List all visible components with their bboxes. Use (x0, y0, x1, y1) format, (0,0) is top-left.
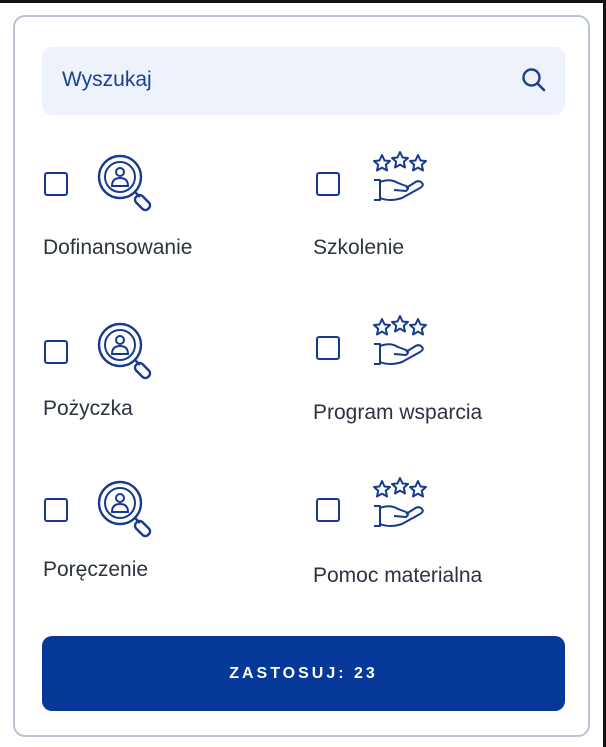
option-label: Pożyczka (43, 397, 133, 420)
option-label: Program wsparcia (313, 401, 483, 424)
checkbox[interactable] (44, 340, 68, 364)
top-frame-border (0, 0, 606, 3)
search-icon[interactable] (519, 65, 549, 95)
option-label: Pomoc materialna (313, 564, 483, 587)
search-user-icon (97, 480, 152, 538)
hand-stars-icon (373, 151, 427, 201)
checkbox[interactable] (316, 498, 340, 522)
option-label: Poręczenie (43, 558, 149, 581)
option-label: Dofinansowanie (43, 236, 193, 259)
hand-stars-icon (373, 315, 427, 365)
checkbox[interactable] (44, 172, 68, 196)
search-placeholder: Wyszukaj (62, 68, 152, 91)
search-user-icon (97, 154, 152, 212)
search-bar[interactable]: Wyszukaj (42, 47, 565, 115)
search-user-icon (97, 322, 152, 380)
checkbox[interactable] (316, 336, 340, 360)
checkbox[interactable] (316, 172, 340, 196)
hand-stars-icon (373, 477, 427, 527)
option-label: Szkolenie (313, 236, 405, 259)
apply-button[interactable]: ZASTOSUJ: 23 (42, 636, 565, 711)
checkbox[interactable] (44, 498, 68, 522)
